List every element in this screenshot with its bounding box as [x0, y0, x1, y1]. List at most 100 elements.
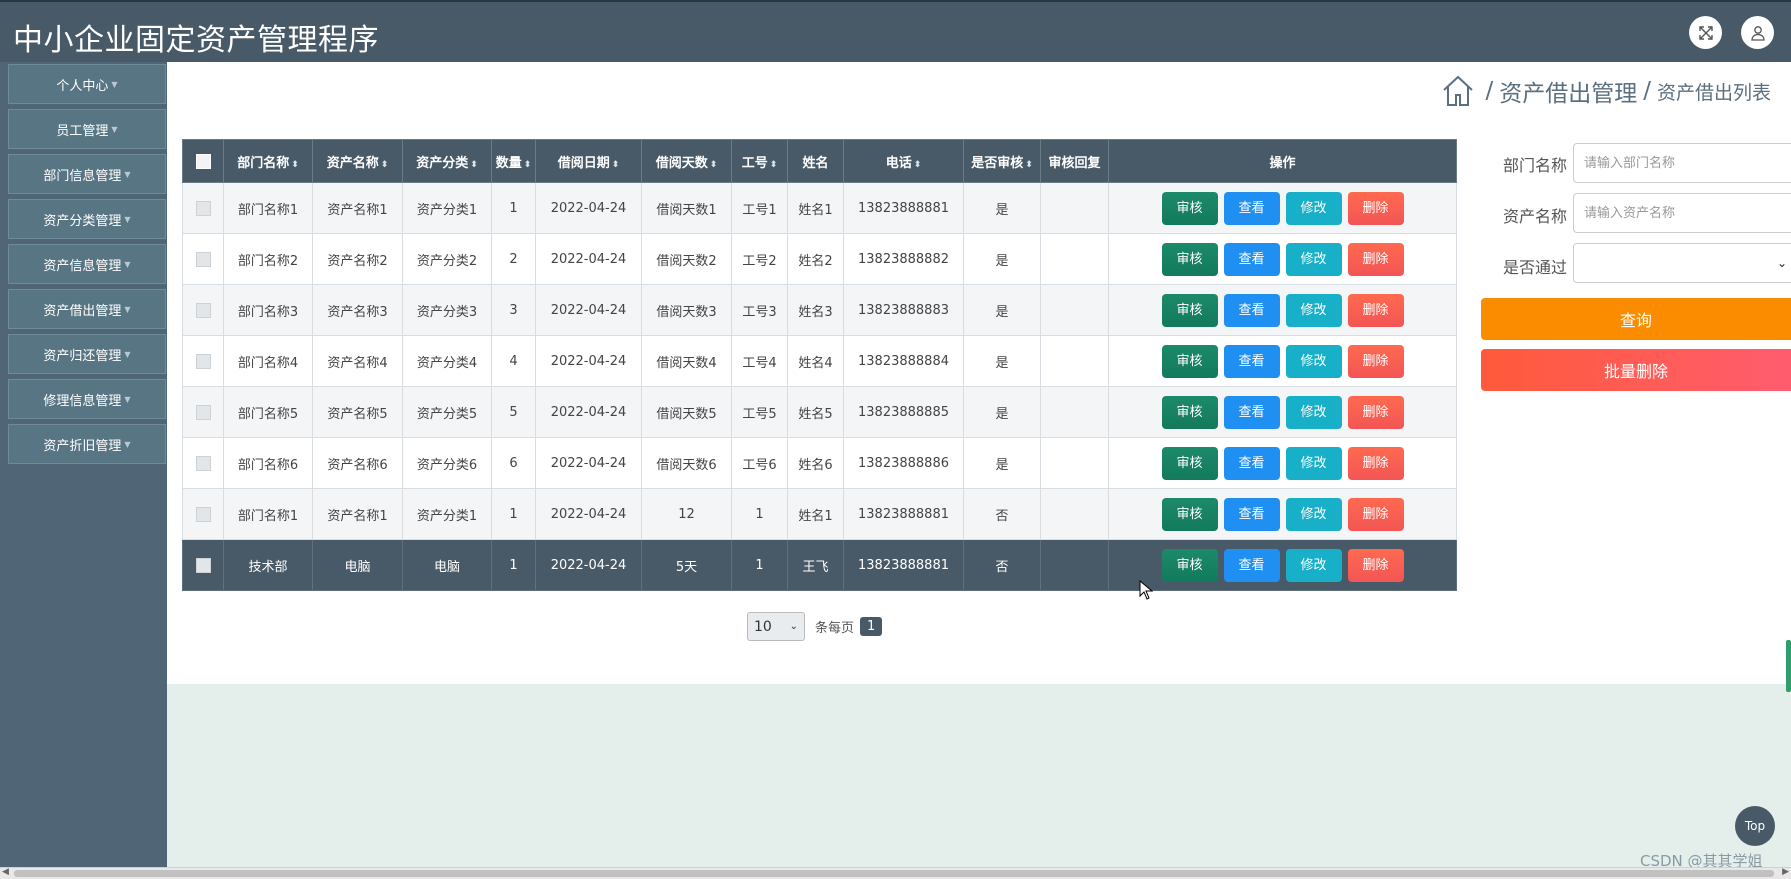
view-button[interactable]: 查看: [1223, 446, 1280, 480]
column-header[interactable]: 资产分类 ⬍: [402, 139, 492, 183]
delete-button[interactable]: 删除: [1347, 395, 1404, 429]
sidebar-item-asset-lending[interactable]: 资产借出管理 ▼: [8, 289, 166, 329]
vertical-scrollbar-thumb[interactable]: [1786, 640, 1791, 692]
fullscreen-button[interactable]: [1689, 16, 1722, 49]
delete-button[interactable]: 删除: [1347, 446, 1404, 480]
edit-button[interactable]: 修改: [1285, 548, 1342, 582]
scroll-right-icon[interactable]: ▶: [1782, 867, 1789, 877]
row-checkbox[interactable]: [195, 455, 211, 471]
row-select-cell[interactable]: [182, 335, 224, 387]
view-button[interactable]: 查看: [1223, 395, 1280, 429]
home-icon[interactable]: [1441, 74, 1475, 108]
delete-button[interactable]: 删除: [1347, 497, 1404, 531]
user-button[interactable]: [1741, 16, 1774, 49]
row-select-cell[interactable]: [182, 386, 224, 438]
table-cell: 13823888881: [843, 182, 964, 234]
table-cell: 工号4: [731, 335, 788, 387]
sidebar-item-personal-center[interactable]: 个人中心 ▼: [8, 64, 166, 104]
delete-button[interactable]: 删除: [1347, 242, 1404, 276]
sidebar-item-employee[interactable]: 员工管理 ▼: [8, 109, 166, 149]
table-cell: 2022-04-24: [535, 386, 642, 438]
edit-button[interactable]: 修改: [1285, 293, 1342, 327]
table-cell: [1040, 335, 1109, 387]
row-checkbox[interactable]: [195, 200, 211, 216]
audit-button[interactable]: 审核: [1161, 344, 1218, 378]
audit-button[interactable]: 审核: [1161, 548, 1218, 582]
select-all-checkbox[interactable]: [195, 153, 211, 169]
edit-button[interactable]: 修改: [1285, 191, 1342, 225]
sidebar-item-department[interactable]: 部门信息管理 ▼: [8, 154, 166, 194]
row-checkbox[interactable]: [195, 302, 211, 318]
breadcrumb-section[interactable]: 资产借出管理: [1499, 74, 1637, 108]
view-button[interactable]: 查看: [1223, 497, 1280, 531]
bulk-delete-button[interactable]: 批量删除: [1481, 349, 1791, 391]
audit-button[interactable]: 审核: [1161, 446, 1218, 480]
sidebar-item-asset-return[interactable]: 资产归还管理 ▼: [8, 334, 166, 374]
row-select-cell[interactable]: [182, 284, 224, 336]
back-to-top-button[interactable]: Top: [1735, 806, 1775, 846]
row-select-cell[interactable]: [182, 437, 224, 489]
view-button[interactable]: 查看: [1223, 191, 1280, 225]
pass-status-select[interactable]: ⌄: [1573, 243, 1791, 283]
audit-button[interactable]: 审核: [1161, 293, 1218, 327]
sidebar-item-label: 个人中心: [56, 78, 109, 94]
audit-button[interactable]: 审核: [1161, 395, 1218, 429]
horizontal-scrollbar[interactable]: ◀ ▶: [0, 867, 1791, 879]
view-button[interactable]: 查看: [1223, 293, 1280, 327]
query-button[interactable]: 查询: [1481, 298, 1791, 340]
page-number-current[interactable]: 1: [860, 617, 883, 636]
view-button[interactable]: 查看: [1223, 344, 1280, 378]
delete-button[interactable]: 删除: [1347, 344, 1404, 378]
asset-name-input[interactable]: [1573, 193, 1791, 233]
row-select-cell[interactable]: [182, 233, 224, 285]
edit-button[interactable]: 修改: [1285, 497, 1342, 531]
column-header[interactable]: 借阅日期 ⬍: [535, 139, 642, 183]
table-cell: 是: [963, 233, 1041, 285]
page-size-select[interactable]: 10 ⌄: [747, 612, 805, 641]
column-header[interactable]: 部门名称 ⬍: [223, 139, 313, 183]
table-cell: 2022-04-24: [535, 488, 642, 540]
audit-button[interactable]: 审核: [1161, 191, 1218, 225]
audit-button[interactable]: 审核: [1161, 497, 1218, 531]
sidebar-item-depreciation[interactable]: 资产折旧管理 ▼: [8, 424, 166, 464]
view-button[interactable]: 查看: [1223, 242, 1280, 276]
dept-name-input[interactable]: [1573, 143, 1791, 183]
column-header[interactable]: 数量 ⬍: [491, 139, 536, 183]
view-button[interactable]: 查看: [1223, 548, 1280, 582]
sidebar-item-asset-category[interactable]: 资产分类管理 ▼: [8, 199, 166, 239]
caret-down-icon: ▼: [111, 124, 118, 134]
breadcrumb: / 资产借出管理 / 资产借出列表: [1441, 74, 1771, 108]
row-select-cell[interactable]: [182, 539, 224, 591]
table-cell: 是: [963, 284, 1041, 336]
edit-button[interactable]: 修改: [1285, 242, 1342, 276]
edit-button[interactable]: 修改: [1285, 344, 1342, 378]
row-select-cell[interactable]: [182, 182, 224, 234]
column-header[interactable]: 工号 ⬍: [731, 139, 788, 183]
column-header[interactable]: 电话 ⬍: [843, 139, 964, 183]
row-checkbox[interactable]: [195, 251, 211, 267]
column-header[interactable]: 借阅天数 ⬍: [641, 139, 732, 183]
audit-button[interactable]: 审核: [1161, 242, 1218, 276]
column-header[interactable]: 是否审核 ⬍: [963, 139, 1041, 183]
scrollbar-thumb[interactable]: [14, 870, 1774, 877]
row-checkbox[interactable]: [195, 557, 211, 573]
delete-button[interactable]: 删除: [1347, 548, 1404, 582]
column-header[interactable]: 资产名称 ⬍: [312, 139, 403, 183]
scroll-left-icon[interactable]: ◀: [2, 867, 9, 877]
row-select-cell[interactable]: [182, 488, 224, 540]
sidebar-item-asset-info[interactable]: 资产信息管理 ▼: [8, 244, 166, 284]
table-cell: 是: [963, 386, 1041, 438]
table-row: 部门名称1 资产名称1 资产分类1 1 2022-04-24 借阅天数1 工号1 姓名1 138…: [182, 182, 1457, 234]
table-cell: 借阅天数2: [641, 233, 732, 285]
sidebar-item-repair[interactable]: 修理信息管理 ▼: [8, 379, 166, 419]
select-all-header[interactable]: [182, 139, 224, 183]
row-checkbox[interactable]: [195, 506, 211, 522]
row-checkbox[interactable]: [195, 404, 211, 420]
delete-button[interactable]: 删除: [1347, 191, 1404, 225]
table-cell: 资产名称6: [312, 437, 403, 489]
table-cell: 资产名称5: [312, 386, 403, 438]
edit-button[interactable]: 修改: [1285, 395, 1342, 429]
edit-button[interactable]: 修改: [1285, 446, 1342, 480]
row-checkbox[interactable]: [195, 353, 211, 369]
delete-button[interactable]: 删除: [1347, 293, 1404, 327]
